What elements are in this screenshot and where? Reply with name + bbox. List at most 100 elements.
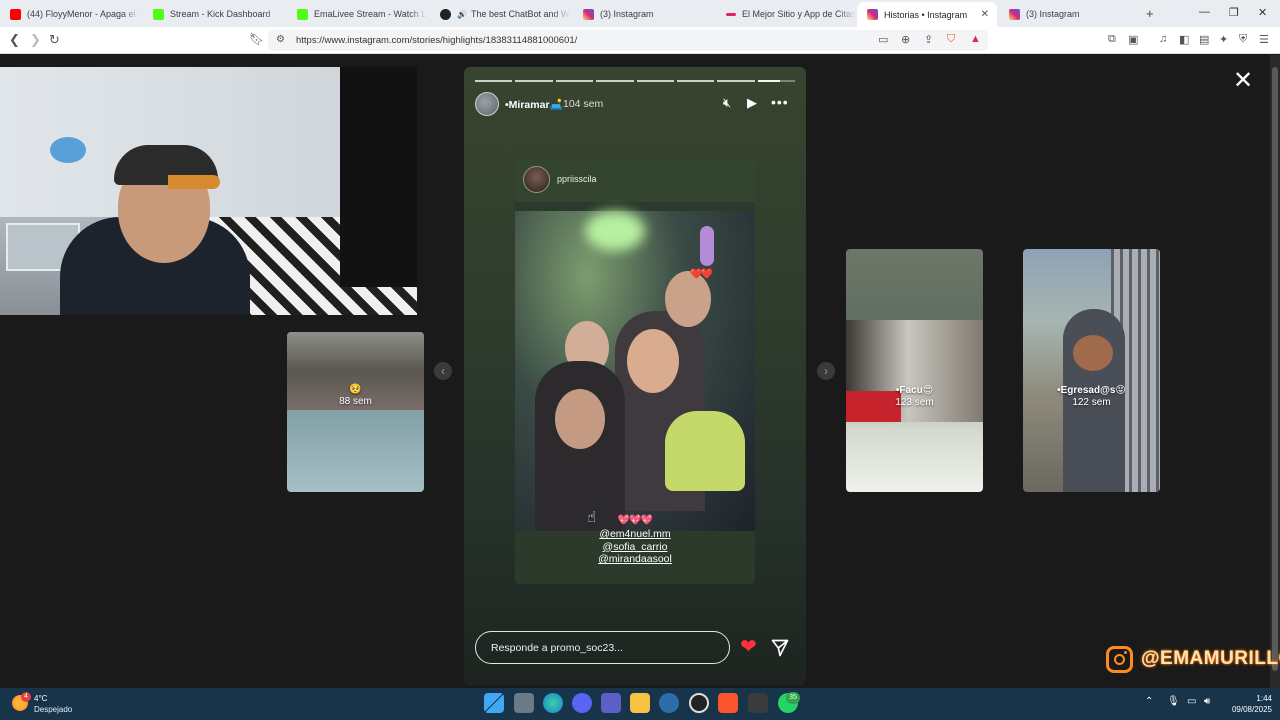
repost-hearts-sticker: ❤️❤️	[690, 269, 713, 280]
menu-icon[interactable]: ☰	[1259, 33, 1269, 46]
streamer-watermark: @EMAMURILLO05	[1106, 645, 1280, 673]
mention-link[interactable]: @em4nuel.mm	[464, 528, 806, 541]
volume-icon[interactable]: 🔊︎	[1204, 696, 1210, 707]
task-view-icon[interactable]	[514, 693, 534, 713]
brave-shields-icon[interactable]: ⛉	[947, 33, 955, 46]
kick-icon	[297, 8, 308, 20]
window-close-icon[interactable]: ✕	[1258, 6, 1267, 19]
story-preview-time: 88 sem	[339, 396, 372, 407]
tab-instagram-stories[interactable]: Historias • Instagram ✕	[857, 2, 997, 27]
tab-instagram-1[interactable]: (3) Instagram	[573, 3, 713, 25]
instagram-icon	[1009, 8, 1020, 20]
story-time: 104 sem	[563, 98, 604, 110]
share-icon[interactable]: ⇪	[924, 33, 933, 46]
story-preview-label: •Egresad@s😝 122 sem	[1023, 385, 1160, 409]
story-avatar[interactable]	[475, 92, 499, 116]
story-preview-card-right-2[interactable]: •Egresad@s😝 122 sem	[1023, 249, 1160, 492]
close-tab-icon[interactable]: ✕	[981, 9, 989, 20]
url-text[interactable]: https://www.instagram.com/stories/highli…	[296, 35, 577, 46]
story-preview-label: •Facu😍 123 sem	[846, 385, 983, 409]
app-icon[interactable]	[659, 693, 679, 713]
wallet-icon[interactable]: ▣	[1128, 33, 1138, 46]
edge-icon[interactable]	[543, 693, 563, 713]
weather-temp: 4°C	[34, 694, 48, 703]
play-icon[interactable]: ▶	[747, 95, 757, 111]
discord-icon[interactable]	[572, 693, 592, 713]
repost-avatar	[523, 166, 550, 193]
mute-icon[interactable]: 🔇︎	[723, 95, 731, 111]
media-icon[interactable]: ♫	[1159, 33, 1167, 45]
story-preview-time: 122 sem	[1072, 397, 1111, 408]
mention-link[interactable]: @mirandaasool	[464, 553, 806, 566]
instagram-logo-icon	[1106, 645, 1133, 673]
brave-rewards-icon[interactable]: ▲	[970, 33, 981, 45]
send-icon[interactable]	[770, 638, 790, 658]
microphone-icon[interactable]: 🎙︎	[1167, 696, 1180, 707]
windows-taskbar: 4 4°C Despejado ⌃ 🎙︎ ▭ 🔊︎ 1:44 09/08/202…	[0, 688, 1280, 720]
tab-kick-stream[interactable]: EmaLivee Stream - Watch Live	[287, 3, 427, 25]
reply-input[interactable]	[475, 631, 730, 664]
clock-time: 1:44	[1256, 694, 1272, 703]
sidebar-icon[interactable]: ◧	[1179, 33, 1189, 46]
chatbot-icon	[440, 8, 451, 20]
repost-header: ppriisscila	[515, 158, 755, 202]
scroll-thumb[interactable]	[1272, 67, 1278, 671]
mention-link[interactable]: @sofia_carrio	[464, 541, 806, 554]
previous-story-button[interactable]: ‹	[434, 362, 452, 380]
teams-icon[interactable]	[601, 693, 621, 713]
story-preview-card-right-1[interactable]: •Facu😍 123 sem	[846, 249, 983, 492]
more-options-icon[interactable]: •••	[771, 94, 789, 110]
site-settings-icon[interactable]: ⚙︎	[276, 34, 285, 45]
tab-kick-dashboard[interactable]: Stream - Kick Dashboard	[143, 3, 283, 25]
game-icon[interactable]	[748, 693, 768, 713]
story-preview-card-left[interactable]: 🥺 88 sem	[287, 332, 424, 492]
system-clock[interactable]: 1:44 09/08/2025	[1220, 693, 1272, 715]
network-icon[interactable]: ▭	[1187, 696, 1196, 707]
minimize-icon[interactable]: —	[1199, 6, 1210, 18]
vpn-icon[interactable]: ⛨	[1239, 33, 1247, 46]
repost-photo	[515, 211, 755, 531]
extensions-icon[interactable]: ⧉	[1108, 33, 1116, 46]
navigation-bar: ❮ ❯ ↻ 🔖︎ ⚙︎ https://www.instagram.com/st…	[0, 27, 1280, 54]
windows-start-icon[interactable]	[484, 693, 504, 713]
show-hidden-icons[interactable]: ⌃	[1145, 696, 1153, 707]
kick-icon	[153, 8, 164, 20]
youtube-icon	[10, 8, 21, 20]
close-stories-button[interactable]: ✕	[1232, 69, 1254, 93]
tab-chatbot[interactable]: 🔊 The best ChatBot and Wid	[430, 3, 570, 25]
leo-ai-icon[interactable]: ✦	[1219, 33, 1228, 46]
story-preview-time: 123 sem	[895, 397, 934, 408]
story-reply-bar: ❤	[475, 631, 805, 665]
like-heart-icon[interactable]: ❤	[740, 637, 757, 657]
tab-youtube[interactable]: (44) FloyyMenor - Apaga el Ce	[0, 3, 140, 25]
cast-icon[interactable]: ▭	[878, 33, 888, 46]
watermark-handle: @EMAMURILLO05	[1141, 648, 1280, 669]
tab-instagram-2[interactable]: (3) Instagram	[999, 3, 1139, 25]
brave-icon[interactable]	[718, 693, 738, 713]
webcam-overlay	[0, 67, 417, 315]
next-story-button[interactable]: ›	[817, 362, 835, 380]
story-preview-name: •Egresad@s😝	[1057, 385, 1126, 396]
zoom-icon[interactable]: ⊕	[901, 33, 910, 46]
tab-label: (3) Instagram	[1026, 9, 1080, 19]
tab-dating-site[interactable]: El Mejor Sitio y App de Citas G	[716, 3, 856, 25]
repost-username: ppriisscila	[557, 174, 597, 184]
new-tab-button[interactable]: +	[1146, 6, 1154, 21]
forward-icon[interactable]: ❯	[30, 32, 41, 48]
obs-icon[interactable]	[689, 693, 709, 713]
tab-strip: (44) FloyyMenor - Apaga el Ce Stream - K…	[0, 0, 1280, 27]
mouse-cursor: ☝	[587, 509, 597, 526]
bookmark-icon[interactable]: 🔖︎	[249, 32, 264, 46]
back-icon[interactable]: ❮	[9, 32, 20, 48]
story-username[interactable]: •Miramar🛋️	[505, 98, 563, 111]
page-scrollbar[interactable]	[1270, 55, 1280, 688]
reload-icon[interactable]: ↻	[49, 32, 60, 48]
weather-desc: Despejado	[34, 705, 73, 714]
weather-badge: 4	[21, 692, 31, 702]
maximize-icon[interactable]: ❐	[1229, 6, 1239, 19]
whatsapp-badge: 35	[786, 692, 800, 704]
story-card[interactable]: •Miramar🛋️ 104 sem 🔇︎ ▶ ••• ppriisscila …	[464, 67, 806, 686]
file-explorer-icon[interactable]	[630, 693, 650, 713]
tabs-icon[interactable]: ▤	[1199, 33, 1209, 46]
story-preview-label: 🥺 88 sem	[287, 384, 424, 408]
